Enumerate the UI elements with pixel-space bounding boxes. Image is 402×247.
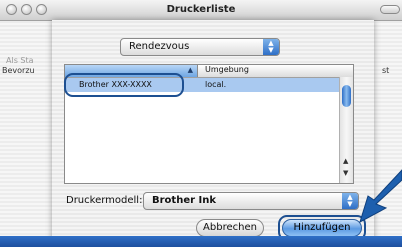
pointer-arrow-icon <box>359 169 402 224</box>
bottom-strip <box>0 236 402 247</box>
arrow-shape <box>359 169 402 224</box>
print-center-window: Druckerliste Als Sta Bevorzu st Rendezvo… <box>0 0 402 247</box>
